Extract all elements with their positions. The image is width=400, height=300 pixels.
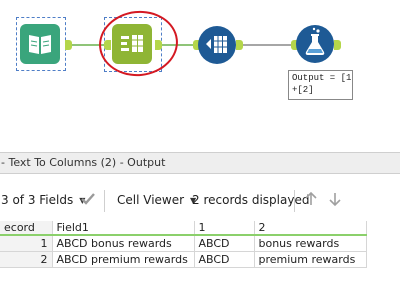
- header-row: ecord Field1 1 2: [0, 221, 367, 236]
- cell-field1[interactable]: ABCD bonus rewards: [52, 235, 195, 252]
- results-table: ecord Field1 1 2 1 ABCD bonus rewards AB…: [0, 221, 367, 268]
- annotation-line-1: Output = [1]+" ": [292, 73, 352, 83]
- book-icon: [20, 24, 60, 64]
- formula-tool[interactable]: [296, 25, 334, 63]
- checkmark-icon: [81, 193, 95, 205]
- scroll-up-button[interactable]: [303, 191, 319, 210]
- cell-2[interactable]: premium rewards: [254, 251, 367, 268]
- column-header-field1[interactable]: Field1: [52, 221, 195, 236]
- toolbar-divider: [294, 190, 295, 212]
- annotation-line-2: +[2]: [292, 85, 314, 95]
- output-anchor[interactable]: [236, 40, 243, 50]
- arrow-up-icon: [305, 191, 317, 205]
- output-anchor[interactable]: [65, 40, 72, 50]
- fields-label: 3 of 3 Fields: [1, 193, 74, 207]
- cell-1[interactable]: ABCD: [194, 251, 255, 268]
- cell-field1[interactable]: ABCD premium rewards: [52, 251, 195, 268]
- select-columns-icon: [198, 26, 236, 64]
- input-data-tool[interactable]: [20, 24, 62, 66]
- results-title: - Text To Columns (2) - Output: [1, 156, 166, 169]
- fields-dropdown[interactable]: 3 of 3 Fields ▼: [1, 193, 85, 207]
- cell-2[interactable]: bonus rewards: [254, 235, 367, 252]
- column-header-record[interactable]: ecord: [0, 221, 53, 236]
- record-number: 1: [0, 235, 53, 252]
- cell-viewer-label: Cell Viewer: [117, 193, 185, 207]
- toolbar-divider: [104, 190, 105, 212]
- results-toolbar: 3 of 3 Fields ▼ Cell Viewer ▼ 2 records di…: [0, 185, 400, 215]
- cell-viewer-dropdown[interactable]: Cell Viewer ▼: [117, 193, 196, 207]
- results-grid[interactable]: ecord Field1 1 2 1 ABCD bonus rewards AB…: [0, 221, 400, 271]
- formula-annotation: Output = [1]+" " +[2]: [288, 70, 353, 100]
- select-tool[interactable]: [198, 26, 236, 64]
- column-header-2[interactable]: 2: [254, 221, 367, 236]
- column-header-1[interactable]: 1: [194, 221, 255, 236]
- arrow-down-icon: [329, 193, 341, 207]
- records-status: 2 records displayed: [192, 193, 310, 207]
- output-anchor[interactable]: [334, 40, 341, 50]
- cell-1[interactable]: ABCD: [194, 235, 255, 252]
- table-row[interactable]: 1 ABCD bonus rewards ABCD bonus rewards: [0, 235, 367, 252]
- flask-icon: [296, 25, 334, 63]
- alteryx-designer-window: Output = [1]+" " +[2] - Text To Columns (…: [0, 0, 400, 300]
- apply-checkmark-button[interactable]: [80, 191, 96, 210]
- record-number: 2: [0, 251, 53, 268]
- results-panel-header: - Text To Columns (2) - Output: [0, 152, 400, 174]
- workflow-canvas[interactable]: Output = [1]+" " +[2]: [0, 0, 400, 140]
- table-row[interactable]: 2 ABCD premium rewards ABCD premium rewa…: [0, 251, 367, 268]
- scroll-down-button[interactable]: [327, 191, 343, 210]
